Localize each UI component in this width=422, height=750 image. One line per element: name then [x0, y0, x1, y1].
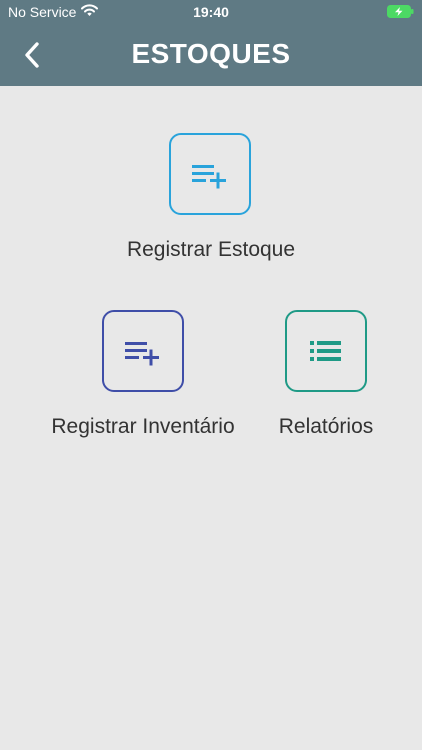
list-icon	[310, 341, 341, 361]
header-bar: No Service 19:40 ESTOQUES	[0, 0, 422, 86]
playlist-add-icon	[192, 165, 226, 189]
registrar-inventario-button[interactable]	[102, 310, 184, 392]
page-title: ESTOQUES	[131, 38, 291, 69]
status-bar: No Service 19:40	[0, 0, 422, 24]
status-time: 19:40	[193, 4, 229, 20]
nav-row: ESTOQUES	[0, 24, 422, 86]
battery-icon	[387, 5, 414, 21]
playlist-add-icon	[125, 342, 159, 366]
relatorios-button[interactable]	[285, 310, 367, 392]
relatorios-label: Relatórios	[278, 415, 374, 438]
registrar-inventario-label: Registrar Inventário	[51, 415, 235, 438]
registrar-estoque-button[interactable]	[169, 133, 251, 215]
registrar-estoque-label: Registrar Estoque	[126, 238, 296, 261]
